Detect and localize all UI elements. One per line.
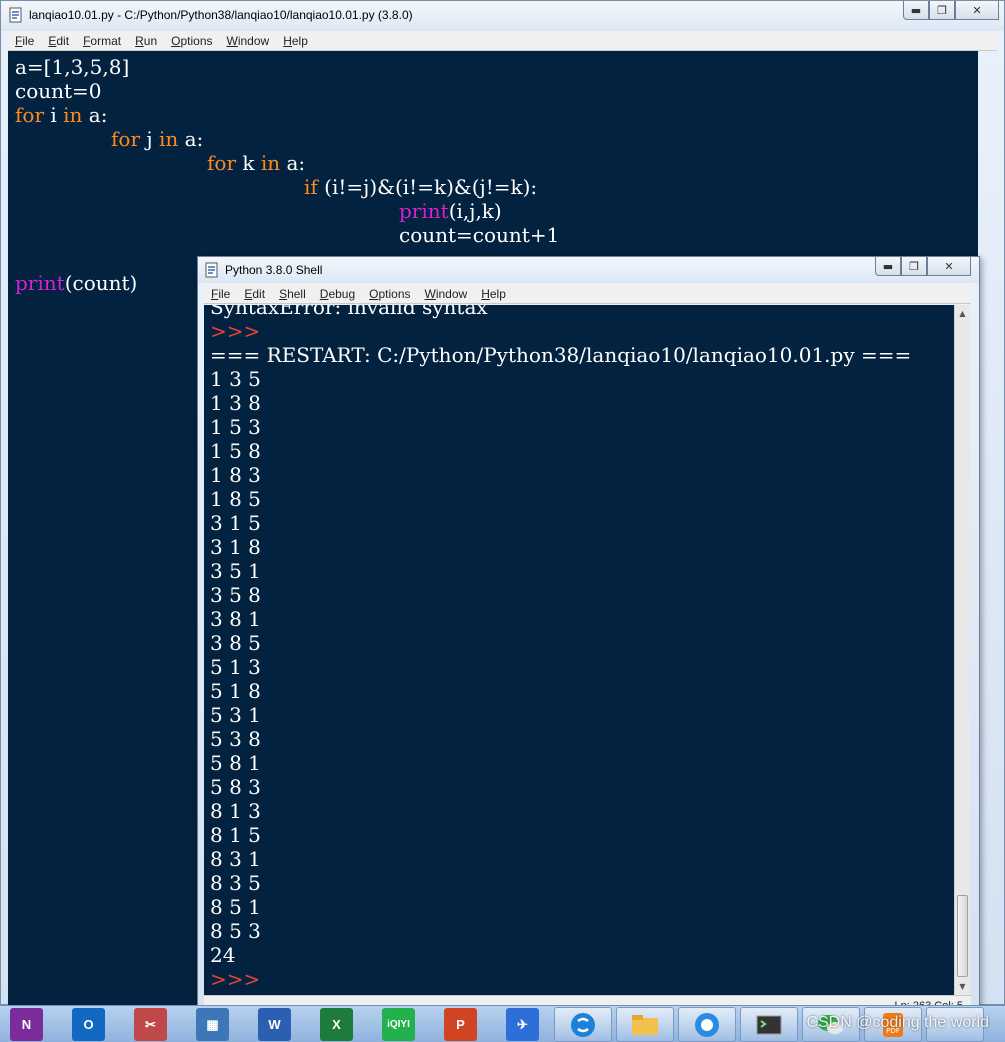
shell-output-line: 5 8 3 xyxy=(210,775,261,799)
taskbar: N O ✂ ▦ W XiQIYI P ✈ PDF CSDN @coding the world xyxy=(0,1005,1005,1042)
word-icon[interactable]: W xyxy=(258,1008,291,1041)
shell-titlebar[interactable]: Python 3.8.0 Shell ▬ ❐ ✕ xyxy=(198,257,979,283)
taskbar-sogou2-button[interactable] xyxy=(678,1007,736,1042)
shell-prompt: >>> xyxy=(210,319,261,343)
code-line: print(count) xyxy=(15,271,138,295)
python-shell-icon xyxy=(205,262,218,278)
editor-window-controls: ▬ ❐ ✕ xyxy=(903,1,999,20)
code-line: if (i!=j)&(i!=k)&(j!=k): xyxy=(304,175,538,199)
excel-icon[interactable]: X xyxy=(320,1008,353,1041)
shell-menubar: File Edit Shell Debug Options Window Hel… xyxy=(204,284,971,304)
shell-menu-edit[interactable]: Edit xyxy=(237,287,272,301)
shell-output-line: 3 5 8 xyxy=(210,583,261,607)
shell-output-line: 3 8 1 xyxy=(210,607,261,631)
idle-icon xyxy=(756,1015,782,1034)
maximize-button[interactable]: ❐ xyxy=(929,1,955,20)
shell-menu-options[interactable]: Options xyxy=(362,287,417,301)
remote-desktop-icon[interactable]: ▦ xyxy=(196,1008,229,1041)
editor-menubar: File Edit Format Run Options Window Help xyxy=(8,31,997,51)
shell-output-line: 5 1 8 xyxy=(210,679,261,703)
scroll-thumb[interactable] xyxy=(957,895,968,977)
shell-output-line: 1 8 5 xyxy=(210,487,261,511)
shell-output-line: 8 1 3 xyxy=(210,799,261,823)
shell-output-line: 1 3 8 xyxy=(210,391,261,415)
csdn-watermark: CSDN @coding the world xyxy=(806,1014,989,1031)
menu-run[interactable]: Run xyxy=(128,34,164,48)
code-line: for i in a: xyxy=(15,103,108,127)
shell-output-line: 1 5 3 xyxy=(210,415,261,439)
editor-title: lanqiao10.01.py - C:/Python/Python38/lan… xyxy=(29,8,413,22)
shell-menu-help[interactable]: Help xyxy=(474,287,513,301)
shell-menu-shell[interactable]: Shell xyxy=(272,287,313,301)
outlook-icon[interactable]: O xyxy=(72,1008,105,1041)
shell-output-line: 5 3 8 xyxy=(210,727,261,751)
shell-minimize-button[interactable]: ▬ xyxy=(875,257,901,276)
code-line: for k in a: xyxy=(207,151,306,175)
code-line: print(i,j,k) xyxy=(399,199,502,223)
menu-file[interactable]: File xyxy=(8,34,41,48)
shell-maximize-button[interactable]: ❐ xyxy=(901,257,927,276)
shell-output-line: 1 3 5 xyxy=(210,367,261,391)
shell-window: Python 3.8.0 Shell ▬ ❐ ✕ File Edit Shell… xyxy=(197,256,980,1026)
sogou-icon xyxy=(571,1012,595,1037)
shell-output-line: 8 1 5 xyxy=(210,823,261,847)
shell-output-line: 5 3 1 xyxy=(210,703,261,727)
shell-output-line: 8 5 1 xyxy=(210,895,261,919)
folder-icon xyxy=(632,1014,658,1035)
shell-output-line: 1 5 8 xyxy=(210,439,261,463)
shell-output-line: 8 3 5 xyxy=(210,871,261,895)
shell-output-line: 8 3 1 xyxy=(210,847,261,871)
feishu-icon[interactable]: ✈ xyxy=(506,1008,539,1041)
code-line: count=count+1 xyxy=(399,223,560,247)
shell-output-line: 3 1 5 xyxy=(210,511,261,535)
shell-prompt-final: >>> xyxy=(210,967,261,991)
menu-options[interactable]: Options xyxy=(164,34,219,48)
shell-count-line: 24 xyxy=(210,943,236,967)
shell-menu-window[interactable]: Window xyxy=(418,287,475,301)
iqiyi-icon[interactable]: iQIYI xyxy=(382,1008,415,1041)
shell-output-line: 3 5 1 xyxy=(210,559,261,583)
taskbar-idle-button[interactable] xyxy=(740,1007,798,1042)
scroll-down-arrow-icon[interactable]: ▼ xyxy=(955,978,970,995)
shell-close-button[interactable]: ✕ xyxy=(927,257,971,276)
menu-help[interactable]: Help xyxy=(276,34,315,48)
code-line: for j in a: xyxy=(111,127,204,151)
editor-titlebar[interactable]: lanqiao10.01.py - C:/Python/Python38/lan… xyxy=(1,1,1004,31)
shell-output-line: 5 1 3 xyxy=(210,655,261,679)
close-button[interactable]: ✕ xyxy=(955,1,999,20)
shell-vertical-scrollbar[interactable]: ▲ ▼ xyxy=(954,305,970,995)
shell-output-line: 3 1 8 xyxy=(210,535,261,559)
shell-output-line: 1 8 3 xyxy=(210,463,261,487)
scroll-up-arrow-icon[interactable]: ▲ xyxy=(955,305,970,322)
taskbar-explorer-button[interactable] xyxy=(616,1007,674,1042)
shell-window-controls: ▬ ❐ ✕ xyxy=(875,257,971,276)
shell-menu-debug[interactable]: Debug xyxy=(313,287,362,301)
powerpoint-icon[interactable]: P xyxy=(444,1008,477,1041)
shell-text-area[interactable]: SyntaxError: invalid syntax >>> === REST… xyxy=(204,305,954,995)
shell-restart-line: === RESTART: C:/Python/Python38/lanqiao1… xyxy=(210,343,912,367)
minimize-button[interactable]: ▬ xyxy=(903,1,929,20)
code-line: count=0 xyxy=(15,79,102,103)
code-line: a=[1,3,5,8] xyxy=(15,55,130,79)
taskbar-sogou-button[interactable] xyxy=(554,1007,612,1042)
menu-format[interactable]: Format xyxy=(76,34,128,48)
onenote-icon[interactable]: N xyxy=(10,1008,43,1041)
python-file-icon xyxy=(9,7,22,23)
sogou-browser-icon xyxy=(695,1012,719,1037)
shell-output-line: 5 8 1 xyxy=(210,751,261,775)
shell-title: Python 3.8.0 Shell xyxy=(225,263,323,277)
shell-menu-file[interactable]: File xyxy=(204,287,237,301)
snipping-tool-icon[interactable]: ✂ xyxy=(134,1008,167,1041)
menu-edit[interactable]: Edit xyxy=(41,34,76,48)
shell-output-line: 8 5 3 xyxy=(210,919,261,943)
shell-error-line: SyntaxError: invalid syntax xyxy=(210,305,488,319)
menu-window[interactable]: Window xyxy=(220,34,277,48)
shell-output-line: 3 8 5 xyxy=(210,631,261,655)
